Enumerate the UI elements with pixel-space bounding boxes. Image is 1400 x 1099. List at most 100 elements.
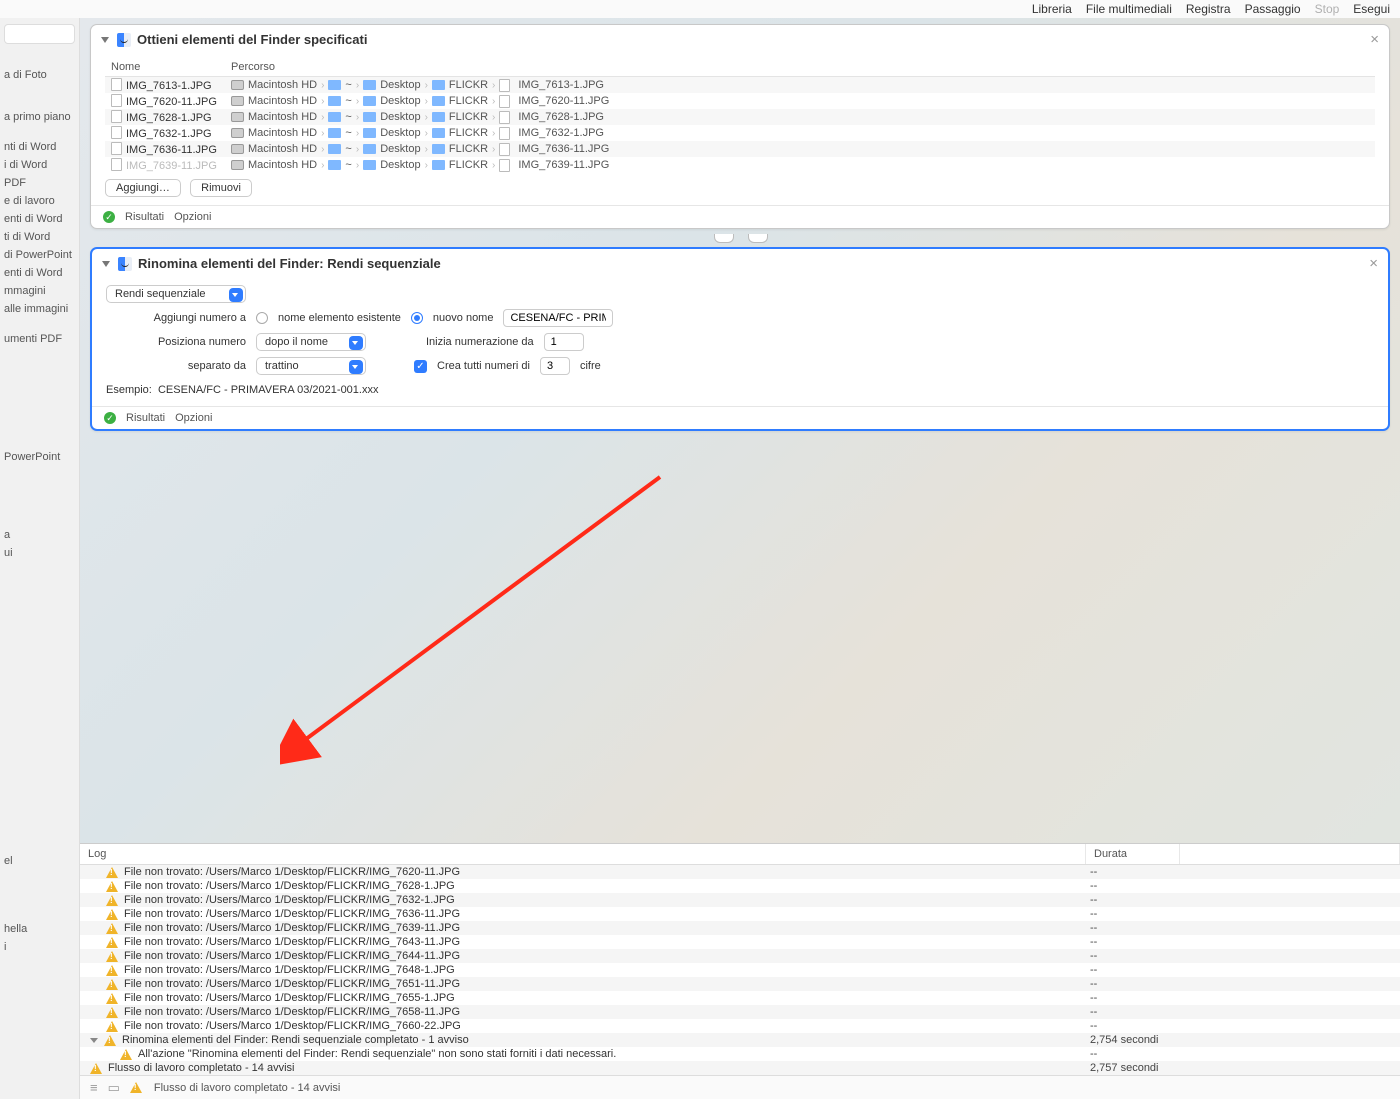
- log-duration: --: [1086, 921, 1180, 935]
- log-row[interactable]: File non trovato: /Users/Marco 1/Desktop…: [80, 879, 1400, 893]
- harddrive-icon: [231, 144, 244, 154]
- sidebar-item[interactable]: el: [4, 852, 75, 870]
- document-icon: [499, 159, 510, 172]
- log-row-final[interactable]: Flusso di lavoro completato - 14 avvisi2…: [80, 1061, 1400, 1075]
- flow-view-icon[interactable]: ▭: [108, 1080, 120, 1096]
- warning-icon: [106, 951, 118, 962]
- log-row[interactable]: File non trovato: /Users/Marco 1/Desktop…: [80, 921, 1400, 935]
- harddrive-icon: [231, 80, 244, 90]
- list-view-icon[interactable]: ≡: [90, 1080, 98, 1095]
- log-row[interactable]: File non trovato: /Users/Marco 1/Desktop…: [80, 1019, 1400, 1033]
- sidebar-item[interactable]: a di Foto: [4, 66, 75, 84]
- log-row[interactable]: File non trovato: /Users/Marco 1/Desktop…: [80, 935, 1400, 949]
- digits-input[interactable]: [540, 357, 570, 375]
- sidebar-item[interactable]: i: [4, 938, 75, 956]
- log-row[interactable]: File non trovato: /Users/Marco 1/Desktop…: [80, 977, 1400, 991]
- log-message: File non trovato: /Users/Marco 1/Desktop…: [124, 992, 455, 1004]
- table-row[interactable]: IMG_7613-1.JPGMacintosh HD›~›Desktop›FLI…: [105, 77, 1375, 94]
- log-row[interactable]: File non trovato: /Users/Marco 1/Desktop…: [80, 907, 1400, 921]
- start-number-input[interactable]: [544, 333, 584, 351]
- position-select[interactable]: dopo il nome: [256, 333, 366, 351]
- table-row[interactable]: IMG_7620-11.JPGMacintosh HD›~›Desktop›FL…: [105, 93, 1375, 109]
- harddrive-icon: [231, 128, 244, 138]
- path-breadcrumb: Macintosh HD›~›Desktop›FLICKR›IMG_7628-1…: [231, 111, 1369, 124]
- new-name-input[interactable]: [503, 309, 613, 327]
- warning-icon: [106, 881, 118, 892]
- separator-select[interactable]: trattino: [256, 357, 366, 375]
- digits-checkbox[interactable]: ✓: [414, 360, 427, 373]
- close-icon[interactable]: ×: [1369, 255, 1378, 272]
- sidebar-item[interactable]: enti di Word: [4, 264, 75, 282]
- close-icon[interactable]: ×: [1370, 31, 1379, 48]
- warning-icon: [106, 993, 118, 1004]
- results-tab[interactable]: Risultati: [125, 211, 164, 223]
- disclosure-triangle-icon[interactable]: [90, 1038, 98, 1043]
- sidebar-item[interactable]: enti di Word: [4, 210, 75, 228]
- rename-mode-select[interactable]: Rendi sequenziale: [106, 285, 246, 303]
- table-row[interactable]: IMG_7639-11.JPGMacintosh HD›~›Desktop›FL…: [105, 157, 1375, 173]
- sidebar-item[interactable]: alle immagini: [4, 300, 75, 318]
- sidebar-item[interactable]: di PowerPoint: [4, 246, 75, 264]
- document-icon: [499, 79, 510, 92]
- menu-registra[interactable]: Registra: [1186, 2, 1231, 16]
- log-header-log[interactable]: Log: [80, 844, 1086, 864]
- action-rename-finder-items[interactable]: Rinomina elementi del Finder: Rendi sequ…: [90, 247, 1390, 431]
- sidebar-item[interactable]: ti di Word: [4, 228, 75, 246]
- log-message: File non trovato: /Users/Marco 1/Desktop…: [124, 936, 460, 948]
- menu-file-multimediali[interactable]: File multimediali: [1086, 2, 1172, 16]
- log-header-durata[interactable]: Durata: [1086, 844, 1180, 864]
- document-icon: [111, 126, 122, 139]
- sidebar-search[interactable]: [4, 24, 75, 44]
- menu-esegui[interactable]: Esegui: [1353, 2, 1390, 16]
- disclosure-triangle-icon[interactable]: [101, 37, 109, 43]
- results-tab[interactable]: Risultati: [126, 412, 165, 424]
- radio-existing-name[interactable]: [256, 312, 268, 324]
- sidebar-item[interactable]: umenti PDF: [4, 330, 75, 348]
- sidebar-item[interactable]: i di Word: [4, 156, 75, 174]
- column-percorso[interactable]: Percorso: [225, 58, 1375, 77]
- table-row[interactable]: IMG_7636-11.JPGMacintosh HD›~›Desktop›FL…: [105, 141, 1375, 157]
- sidebar-item[interactable]: ui: [4, 544, 75, 562]
- start-number-label: Inizia numerazione da: [426, 336, 534, 348]
- table-row[interactable]: IMG_7628-1.JPGMacintosh HD›~›Desktop›FLI…: [105, 109, 1375, 125]
- log-row[interactable]: All'azione "Rinomina elementi del Finder…: [80, 1047, 1400, 1061]
- column-nome[interactable]: Nome: [105, 58, 225, 77]
- disclosure-triangle-icon[interactable]: [102, 261, 110, 267]
- folder-icon: [363, 112, 376, 122]
- sidebar-item[interactable]: nti di Word: [4, 138, 75, 156]
- log-duration: --: [1086, 949, 1180, 963]
- menu-passaggio[interactable]: Passaggio: [1245, 2, 1301, 16]
- log-row[interactable]: File non trovato: /Users/Marco 1/Desktop…: [80, 1005, 1400, 1019]
- chevron-down-icon: [229, 288, 243, 302]
- table-row[interactable]: IMG_7632-1.JPGMacintosh HD›~›Desktop›FLI…: [105, 125, 1375, 141]
- menu-libreria[interactable]: Libreria: [1032, 2, 1072, 16]
- log-row[interactable]: File non trovato: /Users/Marco 1/Desktop…: [80, 963, 1400, 977]
- radio-new-name[interactable]: [411, 312, 423, 324]
- warning-icon: [106, 1007, 118, 1018]
- log-row[interactable]: File non trovato: /Users/Marco 1/Desktop…: [80, 893, 1400, 907]
- status-message: Flusso di lavoro completato - 14 avvisi: [154, 1082, 340, 1094]
- log-row[interactable]: File non trovato: /Users/Marco 1/Desktop…: [80, 949, 1400, 963]
- log-row-parent[interactable]: Rinomina elementi del Finder: Rendi sequ…: [80, 1033, 1400, 1047]
- sidebar-item[interactable]: e di lavoro: [4, 192, 75, 210]
- folder-icon: [432, 160, 445, 170]
- options-tab[interactable]: Opzioni: [175, 412, 212, 424]
- log-duration: --: [1086, 893, 1180, 907]
- options-tab[interactable]: Opzioni: [174, 211, 211, 223]
- sidebar-item[interactable]: PowerPoint: [4, 448, 75, 466]
- sidebar-item[interactable]: PDF: [4, 174, 75, 192]
- status-ok-icon: ✓: [103, 211, 115, 223]
- sidebar-item[interactable]: mmagini: [4, 282, 75, 300]
- warning-icon: [106, 923, 118, 934]
- sidebar-item[interactable]: a primo piano: [4, 108, 75, 126]
- log-duration: --: [1086, 991, 1180, 1005]
- position-label: Posiziona numero: [106, 336, 246, 348]
- log-row[interactable]: File non trovato: /Users/Marco 1/Desktop…: [80, 991, 1400, 1005]
- remove-button[interactable]: Rimuovi: [190, 179, 252, 197]
- folder-icon: [363, 128, 376, 138]
- sidebar-item[interactable]: hella: [4, 920, 75, 938]
- log-row[interactable]: File non trovato: /Users/Marco 1/Desktop…: [80, 865, 1400, 879]
- add-button[interactable]: Aggiungi…: [105, 179, 181, 197]
- sidebar-item[interactable]: a: [4, 526, 75, 544]
- warning-icon: [104, 1035, 116, 1046]
